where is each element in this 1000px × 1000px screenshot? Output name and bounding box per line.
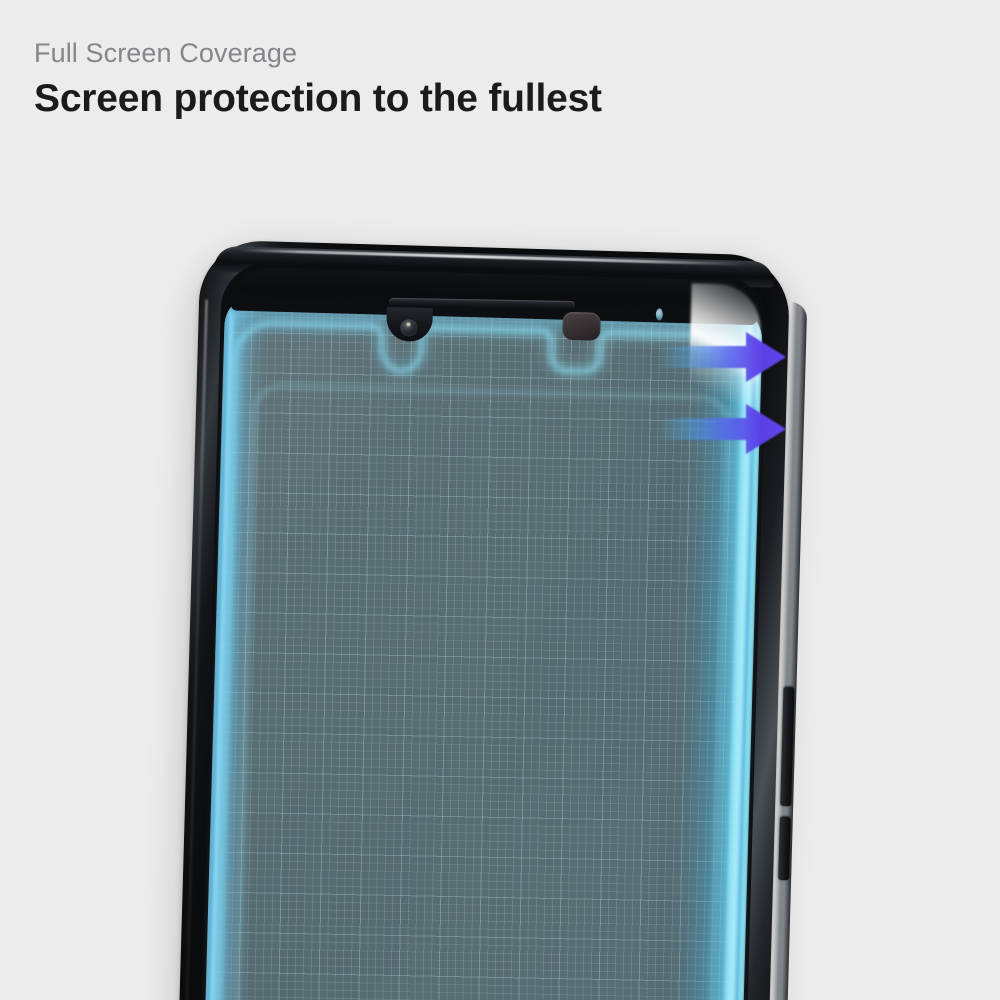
protector-edge-glow-right [664,315,763,1000]
coverage-arrows [660,332,786,454]
power-button[interactable] [780,685,795,807]
phone-right-rail [769,302,808,1000]
proximity-sensor-icon [655,308,664,321]
phone-left-highlight [183,299,209,1000]
product-scene [0,0,1000,1000]
screen-protector-surface [203,292,764,1000]
protector-corner-highlight [687,283,762,436]
eyebrow-text: Full Screen Coverage [34,38,298,68]
protector-grid-coarse [203,292,764,1000]
sensor-cutout [562,311,601,341]
protector-inner-path [234,384,729,1000]
product-feature-image: Full Screen Coverage Screen protection t… [0,0,1000,1000]
phone-top-highlight [240,248,746,266]
header: Full Screen Coverage Screen protection t… [34,38,834,120]
camera-lens-glint [406,322,411,327]
protector-edge-glow-top [224,292,764,348]
protector-edge-core-right [720,322,757,1000]
volume-button[interactable] [778,815,791,881]
arrow-right-upper [660,332,786,382]
protector-grid-fine [203,292,764,1000]
phone-frame [177,239,791,1000]
protector-outline [210,319,754,1000]
phone-top-edge [213,245,775,288]
front-camera-icon [400,319,418,337]
phone-top-bezel [230,266,758,326]
waterdrop-notch [386,306,433,343]
protector-edge-core-left [205,312,235,1000]
phone-screen [199,262,768,1000]
phone-device [177,239,811,1000]
earpiece-speaker-icon [389,297,576,311]
protector-outer-path [210,319,754,1000]
headline-text: Screen protection to the fullest [34,77,602,120]
screen-sheen [203,292,764,1000]
protector-edge-glow-left [203,308,269,1000]
arrow-right-lower [660,404,786,454]
